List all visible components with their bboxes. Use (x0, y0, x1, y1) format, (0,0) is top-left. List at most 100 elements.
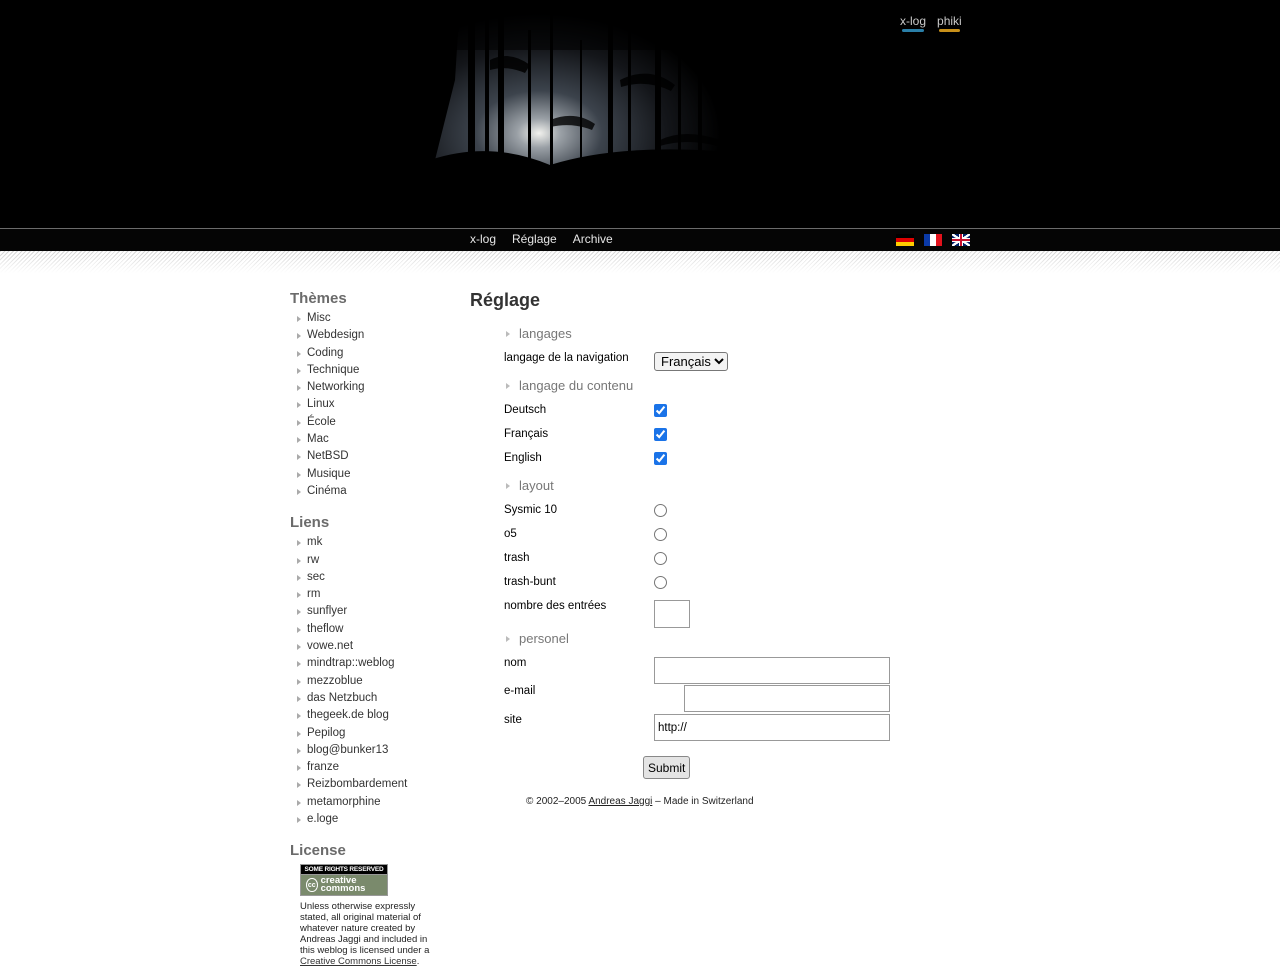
blogroll-link[interactable]: e.loge (307, 813, 338, 825)
footer-copyright: © 2002–2005 (526, 796, 587, 807)
theme-link-item: Technique (290, 362, 450, 379)
theme-link-item: Networking (290, 379, 450, 396)
blogroll-link[interactable]: das Netzbuch (307, 692, 377, 704)
header-banner: x-log phiki (0, 0, 1280, 228)
layout-radio-trash[interactable] (654, 552, 667, 565)
layout-label-trash: trash (504, 552, 530, 564)
theme-link-item: Linux (290, 396, 450, 413)
blogroll-link-item: vowe.net (290, 638, 450, 655)
blogroll-link-item: mezzoblue (290, 673, 450, 690)
footer-author-link[interactable]: Andreas Jaggi (588, 796, 652, 807)
blogroll-link-item: blog@bunker13 (290, 742, 450, 759)
layout-radio-trash-bunt[interactable] (654, 576, 667, 589)
email-input[interactable] (684, 685, 890, 712)
license-body: Unless otherwise expressly stated, all o… (300, 901, 430, 957)
layout-label-trash-bunt: trash-bunt (504, 576, 556, 588)
forest-sunset-image (430, 0, 760, 222)
license-end: . (416, 956, 420, 967)
themes-list: Misc Webdesign Coding Technique Networking Li… (290, 310, 450, 500)
submit-button[interactable]: Submit (643, 756, 691, 779)
theme-link-item: Mac (290, 431, 450, 448)
blogroll-link[interactable]: theflow (307, 623, 343, 635)
nav-lang-select[interactable]: Français (654, 352, 728, 371)
top-link-xlog[interactable]: x-log (900, 14, 926, 32)
layout-radio-sysmic[interactable] (654, 504, 667, 517)
theme-link[interactable]: NetBSD (307, 450, 349, 462)
theme-link[interactable]: Webdesign (307, 329, 364, 341)
blogroll-link[interactable]: vowe.net (307, 640, 353, 652)
blogroll-link[interactable]: sec (307, 571, 325, 583)
blogroll-link[interactable]: rw (307, 554, 319, 566)
theme-link-item: Coding (290, 345, 450, 362)
theme-link[interactable]: Networking (307, 381, 365, 393)
blogroll-link[interactable]: thegeek.de blog (307, 709, 389, 721)
entries-input[interactable] (654, 600, 690, 628)
theme-link-item: Cinéma (290, 483, 450, 500)
theme-link[interactable]: Cinéma (307, 485, 347, 497)
blogroll-link[interactable]: Pepilog (307, 727, 345, 739)
entries-label: nombre des entrées (504, 600, 607, 612)
blogroll-link-item: theflow (290, 621, 450, 638)
blogroll-link[interactable]: mk (307, 536, 322, 548)
themes-title: Thèmes (290, 290, 347, 307)
cc-badge-top: SOME RIGHTS RESERVED (300, 864, 388, 876)
language-flags (896, 234, 980, 252)
theme-link[interactable]: Misc (307, 312, 331, 324)
main-nav: x-log Réglage Archive (470, 232, 629, 246)
cc-logo-icon: cc (306, 878, 318, 893)
blogroll-link-item: das Netzbuch (290, 690, 450, 707)
name-label: nom (504, 657, 527, 669)
theme-link[interactable]: Musique (307, 468, 350, 480)
theme-link[interactable]: Linux (307, 398, 335, 410)
email-label: e-mail (504, 685, 536, 697)
french-flag-icon[interactable] (924, 234, 942, 246)
content-lang-label-deutsch: Deutsch (504, 404, 547, 416)
blogroll-link[interactable]: mezzoblue (307, 675, 363, 687)
content-lang-checkbox-english[interactable] (654, 452, 667, 465)
blogroll-link-item: sec (290, 569, 450, 586)
blogroll-link[interactable]: sunflyer (307, 605, 347, 617)
theme-link[interactable]: École (307, 416, 336, 428)
nav-item-reglage[interactable]: Réglage (512, 232, 557, 246)
theme-link[interactable]: Coding (307, 347, 343, 359)
license-text: Unless otherwise expressly stated, all o… (300, 901, 442, 967)
blogroll-link[interactable]: blog@bunker13 (307, 744, 388, 756)
blogroll-link[interactable]: Reizbombardement (307, 778, 407, 790)
uk-flag-icon[interactable] (952, 234, 970, 246)
german-flag-icon[interactable] (896, 234, 914, 246)
layout-radio-o5[interactable] (654, 528, 667, 541)
links-title: Liens (290, 514, 330, 532)
blogroll-link-item: Pepilog (290, 725, 450, 742)
theme-link-item: NetBSD (290, 448, 450, 465)
settings-panel: Réglage langages langage de la navigatio… (470, 290, 910, 807)
blogroll-link-item: mindtrap::weblog (290, 655, 450, 672)
cc-badge-main: creative commons (320, 875, 366, 895)
theme-link[interactable]: Technique (307, 364, 359, 376)
nav-item-xlog[interactable]: x-log (470, 232, 496, 246)
content-lang-checkbox-francais[interactable] (654, 428, 667, 441)
site-label: site (504, 714, 522, 726)
blogroll-link[interactable]: mindtrap::weblog (307, 657, 395, 669)
site-input[interactable] (654, 714, 890, 741)
top-links: x-log phiki (900, 14, 973, 32)
theme-link[interactable]: Mac (307, 433, 329, 445)
theme-link-item: Musique (290, 466, 450, 483)
content-lang-checkbox-deutsch[interactable] (654, 404, 667, 417)
license-link[interactable]: Creative Commons License (300, 956, 417, 967)
nav-item-archive[interactable]: Archive (573, 232, 613, 246)
footer-made-in: – Made in Switzerland (655, 796, 754, 807)
footer: © 2002–2005 Andreas Jaggi – Made in Swit… (526, 796, 754, 807)
blogroll-link-item: rm (290, 586, 450, 603)
name-input[interactable] (654, 657, 890, 684)
blogroll-link[interactable]: rm (307, 588, 320, 600)
content-lang-label-english: English (504, 452, 542, 464)
sidebar: Thèmes Misc Webdesign Coding Technique Netwo… (290, 290, 450, 967)
top-link-phiki[interactable]: phiki (937, 14, 962, 32)
creative-commons-badge[interactable]: SOME RIGHTS RESERVED cc creative commons (300, 864, 388, 897)
theme-link-item: Misc (290, 310, 450, 327)
nav-bar: x-log Réglage Archive (0, 228, 1280, 252)
blogroll-link[interactable]: metamorphine (307, 796, 381, 808)
layout-label-o5: o5 (504, 528, 517, 540)
blogroll-link[interactable]: franze (307, 761, 339, 773)
section-content-lang: langage du contenu (504, 378, 633, 393)
